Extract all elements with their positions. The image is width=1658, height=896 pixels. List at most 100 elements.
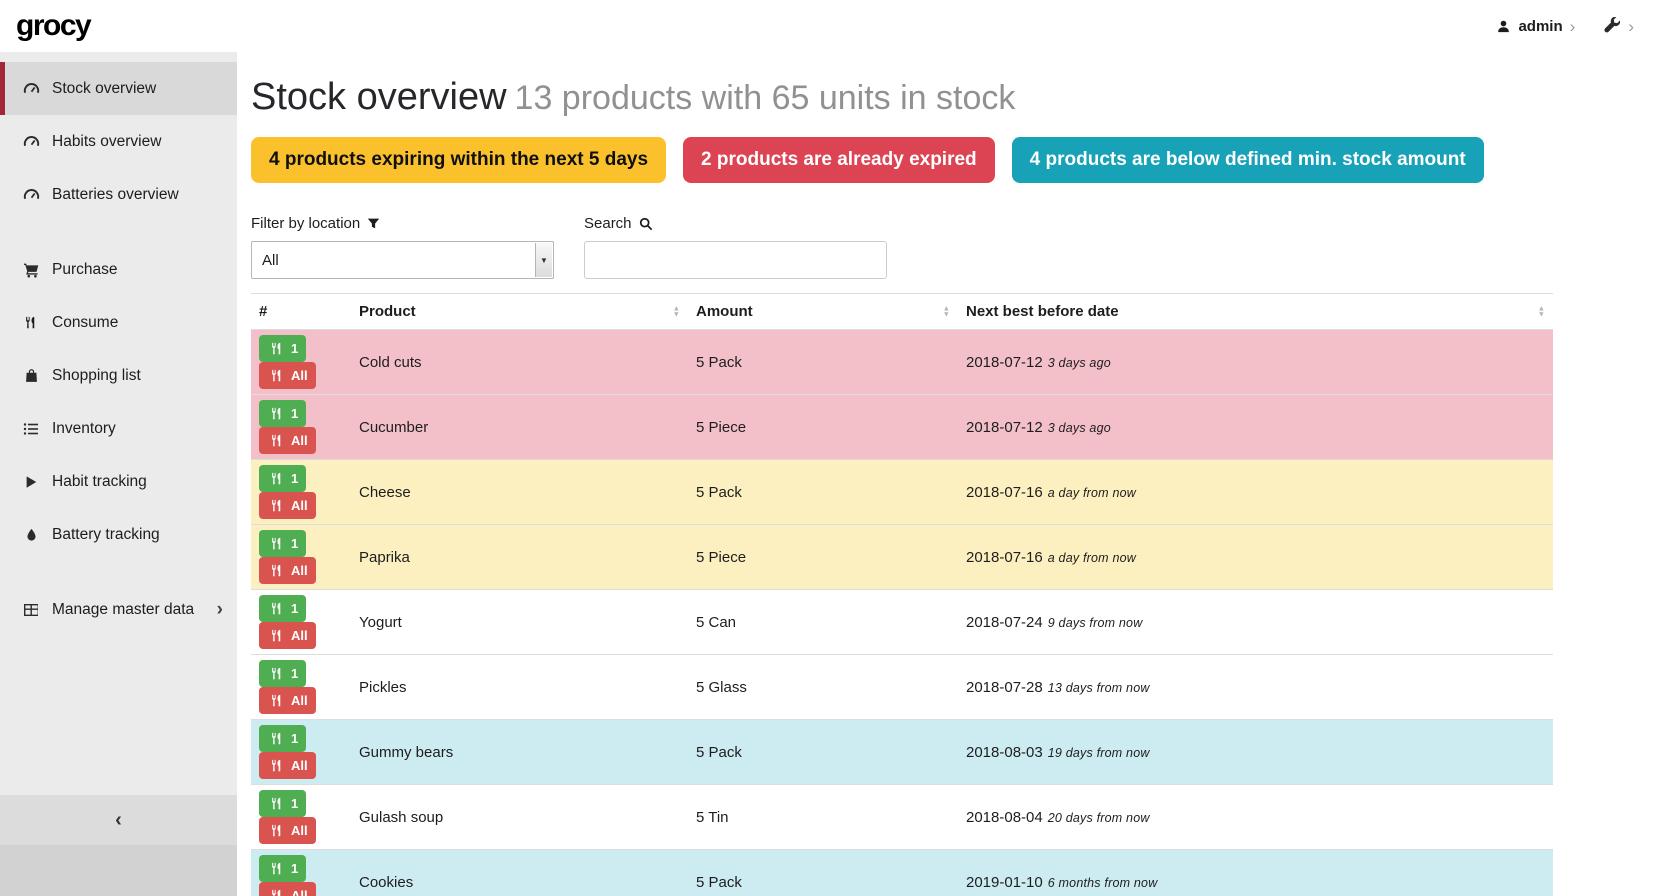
button-label: All [291,498,308,513]
row-actions: 1All [251,655,351,720]
status-badge-danger[interactable]: 2 products are already expired [683,137,995,183]
app-logo[interactable]: grocy [16,9,90,43]
sort-icon[interactable]: ▲▼ [943,305,950,318]
sidebar-item-inventory[interactable]: Inventory [0,402,237,455]
consume-one-button[interactable]: 1 [259,595,306,622]
row-actions: 1All [251,590,351,655]
sidebar-item-batteries-overview[interactable]: Batteries overview [0,168,237,221]
best-before-date: 2018-08-0420 days from now [958,785,1553,850]
sidebar-item-battery-tracking[interactable]: Battery tracking [0,508,237,561]
consume-all-button[interactable]: All [259,492,316,519]
wrench-icon [1603,17,1621,35]
settings-menu[interactable]: › [1603,17,1634,35]
amount: 5 Pack [688,330,958,395]
search-icon [639,217,653,231]
consume-all-button[interactable]: All [259,622,316,649]
sidebar-item-habits-overview[interactable]: Habits overview [0,115,237,168]
column-header-amount[interactable]: Amount▲▼ [688,294,958,330]
sidebar-item-label: Purchase [52,261,117,279]
consume-all-button[interactable]: All [259,427,316,454]
sidebar-item-purchase[interactable]: Purchase [0,243,237,296]
best-before-date: 2018-07-2813 days from now [958,655,1553,720]
stock-table: #Product▲▼Amount▲▼Next best before date▲… [251,293,1553,896]
chevron-right-icon: › [1570,18,1576,35]
column-header-product[interactable]: Product ▲▼ [351,294,688,330]
product-name: Gummy bears [351,720,688,785]
chevron-right-icon: › [1628,18,1634,35]
column-label: Product [359,303,416,320]
due-relative-text: 19 days from now [1048,746,1150,760]
status-badge-warning[interactable]: 4 products expiring within the next 5 da… [251,137,666,183]
consume-one-button[interactable]: 1 [259,530,306,557]
consume-all-button[interactable]: All [259,817,316,844]
amount: 5 Tin [688,785,958,850]
consume-all-button[interactable]: All [259,557,316,584]
sort-icon[interactable]: ▲▼ [673,305,680,318]
consume-all-button[interactable]: All [259,752,316,779]
product-name: Yogurt [351,590,688,655]
page-title: Stock overview13 products with 65 units … [251,76,1553,119]
sidebar-item-habit-tracking[interactable]: Habit tracking [0,455,237,508]
due-relative-text: 20 days from now [1048,811,1150,825]
sidebar-item-stock-overview[interactable]: Stock overview [0,62,237,115]
due-relative-text: 3 days ago [1048,356,1111,370]
row-actions: 1 All [251,395,351,460]
user-menu[interactable]: admin › [1496,18,1575,35]
consume-one-button[interactable]: 1 [259,335,306,362]
utensils-icon [267,434,287,447]
button-label: 1 [291,861,298,876]
sidebar-item-consume[interactable]: Consume [0,296,237,349]
sidebar-item-label: Inventory [52,420,116,438]
consume-one-button[interactable]: 1 [259,660,306,687]
best-before-date: 2018-07-123 days ago [958,395,1553,460]
best-before-date: 2018-07-12 3 days ago [958,330,1553,395]
product-name: Cucumber [351,395,688,460]
date-value: 2018-07-16 [966,484,1043,501]
utensils-icon [267,824,287,837]
sidebar-item-label: Manage master data [52,601,194,619]
date-value: 2019-01-10 [966,874,1043,891]
sidebar-item-shopping-list[interactable]: Shopping list [0,349,237,402]
column-header-next-best-before-date[interactable]: Next best before date▲▼ [958,294,1553,330]
chevron-right-icon: › [217,599,223,621]
status-badge-info[interactable]: 4 products are below defined min. stock … [1012,137,1484,183]
consume-all-button[interactable]: All [259,882,316,896]
button-label: All [291,758,308,773]
consume-one-button[interactable]: 1 [259,465,306,492]
button-label: 1 [291,471,298,486]
product-name: Cold cuts [351,330,688,395]
row-actions: 1 All [251,785,351,850]
button-label: All [291,433,308,448]
consume-one-button[interactable]: 1 [259,725,306,752]
date-value: 2018-07-12 [966,354,1043,371]
product-name: Cookies [351,850,688,896]
amount: 5 Piece [688,395,958,460]
consume-one-button[interactable]: 1 [259,400,306,427]
product-name: Pickles [351,655,688,720]
consume-all-button[interactable]: All [259,687,316,714]
consume-all-button[interactable]: All [259,362,316,389]
sort-icon[interactable]: ▲▼ [1538,305,1545,318]
sidebar-collapse-button[interactable]: ‹ [0,795,237,845]
sidebar-item-manage-master-data[interactable]: Manage master data › [0,583,237,636]
consume-one-button[interactable]: 1 [259,855,306,882]
best-before-date: 2018-07-16 a day from now [958,525,1553,590]
amount: 5 Pack [688,460,958,525]
consume-one-button[interactable]: 1 [259,790,306,817]
location-filter-block: Filter by location All ▼ [251,215,554,279]
table-header-row: #Product▲▼Amount▲▼Next best before date▲… [251,294,1553,330]
cart-icon [21,262,41,278]
utensils-icon [267,342,287,355]
utensils-icon [267,499,287,512]
due-relative-text: a day from now [1048,551,1136,565]
product-name: Cheese [351,460,688,525]
location-select[interactable]: All ▼ [251,241,554,279]
utensils-icon [21,316,41,329]
button-label: All [291,823,308,838]
row-actions: 1All [251,525,351,590]
sidebar-item-label: Habits overview [52,133,161,151]
search-input[interactable] [584,241,887,279]
date-value: 2018-07-16 [966,549,1043,566]
date-value: 2018-07-12 [966,419,1043,436]
table-row: 1AllCookies5 Pack2019-01-106 months from… [251,850,1553,896]
